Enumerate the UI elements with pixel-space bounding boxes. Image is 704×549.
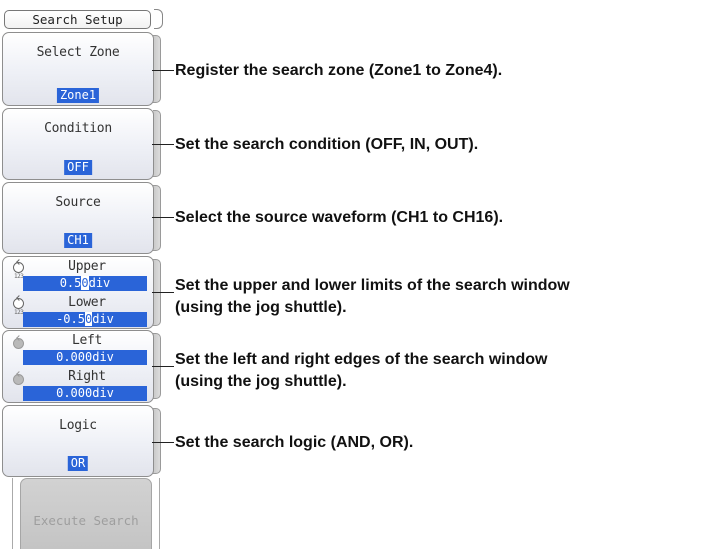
menu-title-bracket xyxy=(154,9,163,29)
select-zone-value: Zone1 xyxy=(56,88,100,103)
callout-line xyxy=(152,292,174,293)
callout-window-edges-note: (using the jog shuttle). xyxy=(175,373,347,390)
left-label: Left xyxy=(71,333,103,348)
softkey-shadow xyxy=(153,35,161,103)
execute-search-button[interactable]: Execute Search xyxy=(20,478,152,549)
lower-value-unit: div xyxy=(92,312,114,326)
condition-softkey[interactable]: Condition OFF xyxy=(2,108,154,180)
lower-value[interactable]: -0.50div xyxy=(23,312,147,327)
upper-lower-softkey[interactable]: 123 Upper 0.50div 123 Lower -0.50div xyxy=(2,256,154,329)
callout-source: Select the source waveform (CH1 to CH16)… xyxy=(175,209,504,226)
callout-line xyxy=(152,217,174,218)
select-zone-label: Select Zone xyxy=(36,45,120,60)
callout-window-limits: Set the upper and lower limits of the se… xyxy=(175,277,570,294)
callout-logic: Set the search logic (AND, OR). xyxy=(175,434,414,451)
jog-shuttle-icon-number: 123 xyxy=(14,273,24,280)
jog-shuttle-icon-number: 123 xyxy=(14,309,24,316)
upper-value[interactable]: 0.50div xyxy=(23,276,147,291)
menu-title: Search Setup xyxy=(4,10,151,29)
softkey-shadow xyxy=(153,408,161,474)
condition-label: Condition xyxy=(44,121,112,136)
search-setup-menu: Search Setup Select Zone Zone1 Condition… xyxy=(0,0,170,549)
callout-line xyxy=(152,442,174,443)
select-zone-softkey[interactable]: Select Zone Zone1 xyxy=(2,32,154,106)
lower-label: Lower xyxy=(68,295,106,310)
logic-softkey[interactable]: Logic OR xyxy=(2,405,154,477)
callout-select-zone: Register the search zone (Zone1 to Zone4… xyxy=(175,62,503,79)
upper-value-unit: div xyxy=(88,276,111,290)
right-value[interactable]: 0.000div xyxy=(23,386,147,401)
source-label: Source xyxy=(55,195,101,210)
callout-line xyxy=(152,144,174,145)
left-value[interactable]: 0.000div xyxy=(23,350,147,365)
source-softkey[interactable]: Source CH1 xyxy=(2,182,154,254)
upper-value-digits: 0.5 xyxy=(59,276,82,290)
logic-label: Logic xyxy=(59,418,97,433)
callout-window-edges: Set the left and right edges of the sear… xyxy=(175,351,548,368)
callout-line xyxy=(152,70,174,71)
callout-condition: Set the search condition (OFF, IN, OUT). xyxy=(175,136,479,153)
callout-line xyxy=(152,366,174,367)
logic-value: OR xyxy=(67,456,89,471)
left-right-softkey[interactable]: Left 0.000div Right 0.000div xyxy=(2,330,154,403)
source-value: CH1 xyxy=(64,233,92,248)
upper-label: Upper xyxy=(68,259,106,274)
softkey-shadow xyxy=(153,185,161,251)
right-label: Right xyxy=(68,369,106,384)
upper-value-cursor: 0 xyxy=(81,276,89,290)
execute-search-label: Execute Search xyxy=(33,513,139,528)
callout-window-limits-note: (using the jog shuttle). xyxy=(175,299,347,316)
lower-value-digits: -0.5 xyxy=(56,312,85,326)
condition-value: OFF xyxy=(64,160,92,175)
